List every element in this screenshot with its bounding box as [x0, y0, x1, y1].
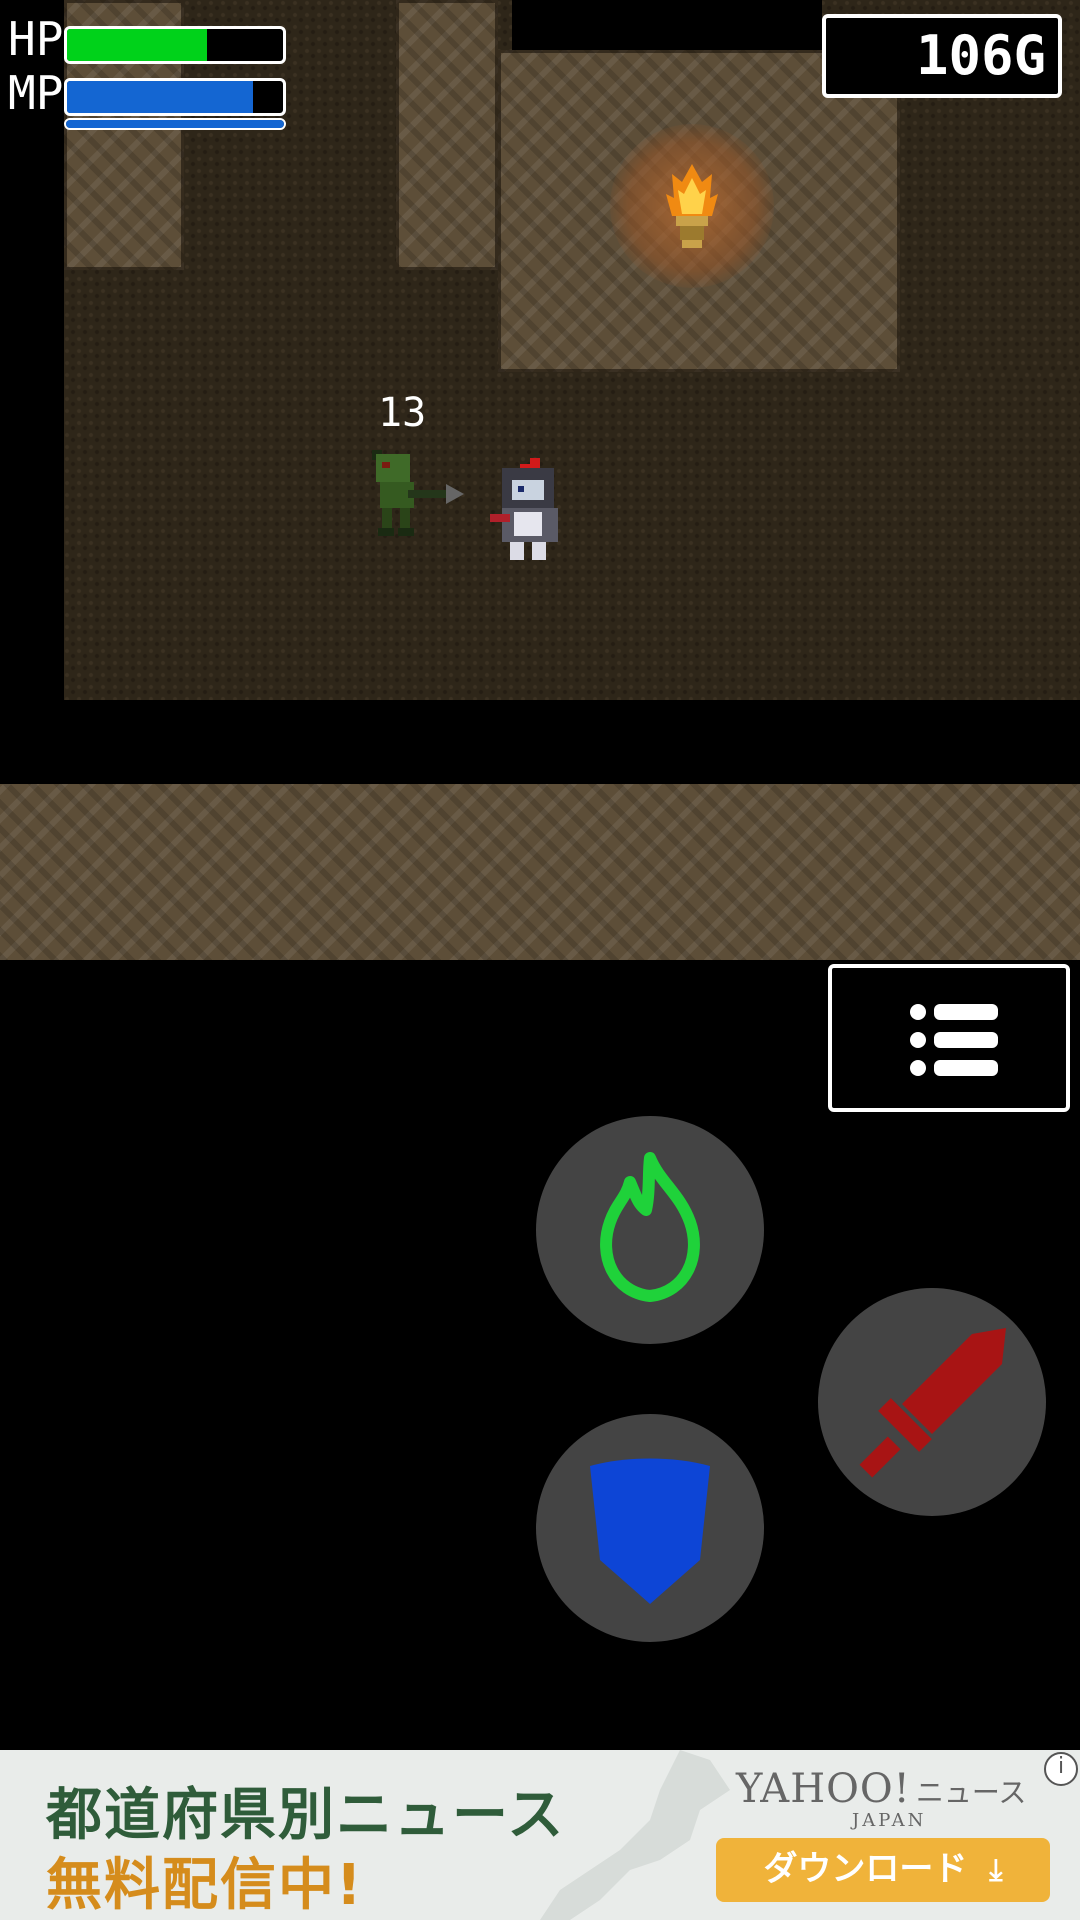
list-icon [910, 1004, 998, 1076]
mp-bar [64, 78, 286, 116]
dungeon-void-band [0, 700, 1080, 784]
dungeon-void [512, 0, 822, 50]
dungeon-wall [396, 0, 498, 270]
download-icon: ⤓ [989, 1853, 1003, 1888]
ad-headline-1: 都道府県別ニュース [46, 1783, 566, 1848]
attack-button[interactable] [818, 1288, 1046, 1516]
download-label: ダウンロード [763, 1849, 968, 1889]
gold-display: 106G [822, 14, 1062, 98]
guard-button[interactable] [536, 1414, 764, 1642]
yahoo-brand: YAHOO! [736, 1766, 911, 1812]
mp-secondary-bar-fill [66, 120, 284, 128]
dungeon-wall-lower [0, 784, 1080, 960]
mp-bar-fill [67, 81, 253, 113]
dungeon-map: 13 [0, 0, 1080, 960]
hp-bar [64, 26, 286, 64]
shield-icon [590, 1458, 710, 1604]
ad-headline-2: 無料配信中! [46, 1853, 364, 1918]
mp-secondary-bar [64, 118, 286, 130]
sword-icon [859, 1328, 1006, 1478]
yahoo-japan-label: JAPAN [852, 1810, 927, 1831]
torch [610, 124, 774, 288]
goblin-enemy[interactable] [368, 450, 464, 544]
yahoo-logo: YAHOO! ニュース JAPAN [736, 1766, 1036, 1831]
info-icon[interactable]: i [1044, 1752, 1078, 1786]
menu-button[interactable] [828, 964, 1070, 1112]
damage-number: 13 [378, 390, 427, 436]
knight-hero[interactable] [490, 458, 570, 564]
ad-banner[interactable]: 都道府県別ニュース 無料配信中! YAHOO! ニュース JAPAN ダウンロー… [0, 1750, 1080, 1920]
yahoo-news-label: ニュース [915, 1776, 1027, 1809]
download-button[interactable]: ダウンロード ⤓ [716, 1838, 1050, 1902]
flame-icon [600, 1152, 700, 1302]
magic-button[interactable] [536, 1116, 764, 1344]
hp-bar-fill [67, 29, 208, 61]
torch-flame-icon [666, 164, 718, 248]
hp-label: HP [8, 12, 64, 66]
mp-label: MP [8, 66, 64, 120]
